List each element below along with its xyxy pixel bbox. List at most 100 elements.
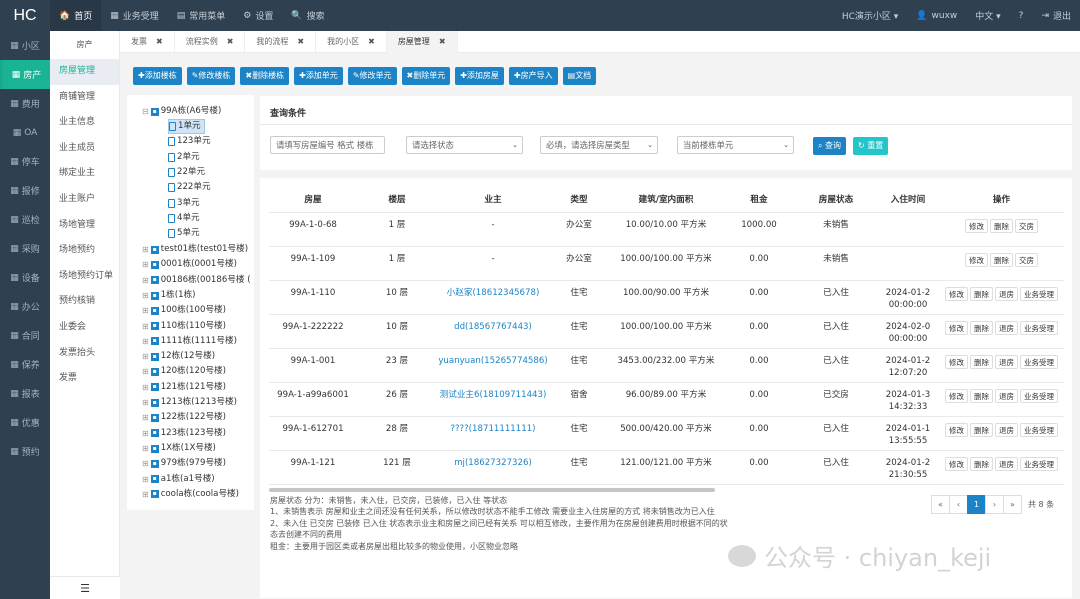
action-button[interactable]: 删除 [990,218,1013,233]
action-button[interactable]: 修改 [945,456,968,471]
tree-building[interactable]: ⊞ ▪ 100栋(100号楼) [142,303,226,318]
leftnav-item-3[interactable]: ▦ OA [0,118,50,147]
tree-unit[interactable]: 4单元 [168,211,200,226]
toolbar-button[interactable]: ✚添加楼栋 [133,67,182,85]
action-button[interactable]: 删除 [970,286,993,301]
tree-building[interactable]: ⊞ ▪ 0001栋(0001号楼) [142,257,237,272]
leftnav-item-12[interactable]: ▦ 报表 [0,379,50,408]
action-button[interactable]: 删除 [970,422,993,437]
action-button[interactable]: 退房 [995,456,1018,471]
subnav-item[interactable]: 绑定业主 [50,161,119,187]
subnav-item[interactable]: 发票抬头 [50,341,119,367]
room-type-select[interactable]: 必填，请选择房屋类型 ⌄ [540,136,658,154]
tree-building[interactable]: ⊟ ▪ 99A栋(A6号楼) [142,104,221,119]
leftnav-item-8[interactable]: ▦ 设备 [0,263,50,292]
action-button[interactable]: 删除 [970,354,993,369]
state-select[interactable]: 请选择状态 ⌄ [406,136,523,154]
leftnav-item-9[interactable]: ▦ 办公 [0,292,50,321]
subnav-item[interactable]: 业委会 [50,315,119,341]
action-button[interactable]: 退房 [995,320,1018,335]
leftnav-item-10[interactable]: ▦ 合同 [0,321,50,350]
subnav-item[interactable]: 商铺管理 [50,85,119,111]
close-icon[interactable]: ✖ [297,31,304,53]
tree-building[interactable]: ⊞ ▪ 1栋(1栋) [142,288,196,303]
leftnav-item-0[interactable]: ▦ 小区 [0,31,50,60]
action-button[interactable]: 删除 [970,456,993,471]
tab-item[interactable]: 我的流程 ✖ [245,31,317,53]
subnav-item[interactable]: 场地管理 [50,213,119,239]
action-button[interactable]: 业务受理 [1020,320,1058,335]
toolbar-button[interactable]: ✚添加房屋 [455,67,504,85]
action-button[interactable]: 业务受理 [1020,286,1058,301]
tree-building[interactable]: ⊞ ▪ 979栋(979号楼) [142,456,226,471]
leftnav-item-2[interactable]: ▦ 费用 [0,89,50,118]
subnav-item[interactable]: 发票 [50,366,119,392]
tree-building[interactable]: ⊞ ▪ 121栋(121号楼) [142,380,226,395]
action-button[interactable]: 修改 [945,354,968,369]
leftnav-item-7[interactable]: ▦ 采购 [0,234,50,263]
page-button[interactable]: › [985,495,1004,514]
subnav-item[interactable]: 预约核销 [50,289,119,315]
tree-unit[interactable]: 123单元 [168,134,211,149]
tree-building[interactable]: ⊞ ▪ 1X栋(1X号楼) [142,441,216,456]
leftnav-item-13[interactable]: ▦ 优惠 [0,408,50,437]
action-button[interactable]: 删除 [970,320,993,335]
close-icon[interactable]: ✖ [368,31,375,53]
cell-owner[interactable]: dd(18567767443) [437,314,549,349]
page-button[interactable]: « [931,495,950,514]
tree-building[interactable]: ⊞ ▪ test01栋(test01号楼) [142,242,248,257]
leftnav-item-1[interactable]: ▦ 房产 [0,60,50,89]
cell-owner[interactable]: mj(18627327326) [437,450,549,485]
page-button[interactable]: ‹ [949,495,968,514]
action-button[interactable]: 修改 [945,286,968,301]
user-menu[interactable]: 👤 wuxw [907,0,966,31]
toolbar-button[interactable]: ✚添加单元 [294,67,343,85]
subnav-item[interactable]: 场地预约 [50,238,119,264]
toolbar-button[interactable]: ✖删除楼栋 [240,67,290,85]
subnav-item[interactable]: 房屋管理 [50,59,119,85]
room-number-input[interactable]: 请填写房屋编号 格式 楼栋 [270,136,385,154]
topnav-item-4[interactable]: 🔍 搜索 [282,0,333,31]
tree-building[interactable]: ⊞ ▪ a1栋(a1号楼) [142,472,215,487]
action-button[interactable]: 退房 [995,286,1018,301]
action-button[interactable]: 业务受理 [1020,422,1058,437]
leftnav-item-11[interactable]: ▦ 保养 [0,350,50,379]
cell-owner[interactable]: ????(18711111111) [437,416,549,451]
action-button[interactable]: 修改 [965,252,988,267]
unit-select[interactable]: 当前楼栋单元 ⌄ [677,136,794,154]
toolbar-button[interactable]: ▤文档 [562,67,597,85]
tree-building[interactable]: ⊞ ▪ 00186栋(00186号楼 ( [142,273,251,288]
tree-building[interactable]: ⊞ ▪ 1111栋(1111号楼) [142,334,237,349]
tree-unit[interactable]: 22单元 [168,165,205,180]
tab-item[interactable]: 我的小区 ✖ [316,31,387,53]
action-button[interactable]: 修改 [945,422,968,437]
tab-item[interactable]: 房屋管理 ✖ [386,31,458,53]
leftnav-item-6[interactable]: ▦ 巡检 [0,205,50,234]
action-button[interactable]: 业务受理 [1020,388,1058,403]
tree-building[interactable]: ⊞ ▪ 123栋(123号楼) [142,426,226,441]
action-button[interactable]: 退房 [995,388,1018,403]
reset-button[interactable]: ↻ 重置 [853,137,889,155]
close-icon[interactable]: ✖ [227,31,234,53]
help-button[interactable]: ? [1010,0,1033,31]
tree-building[interactable]: ⊞ ▪ coola栋(coola号楼) [142,487,239,502]
action-button[interactable]: 删除 [970,388,993,403]
language-switch[interactable]: 中文 ▾ [966,0,1009,31]
toolbar-button[interactable]: ✚房产导入 [508,67,558,85]
topnav-item-3[interactable]: ⚙ 设置 [234,0,282,31]
leftnav-item-5[interactable]: ▦ 报修 [0,176,50,205]
page-button[interactable]: » [1003,495,1022,514]
cell-owner[interactable]: 测试业主6(18109711443) [437,382,549,417]
action-button[interactable]: 修改 [945,388,968,403]
close-icon[interactable]: ✖ [439,31,446,53]
cell-owner[interactable]: yuanyuan(15265774586) [437,348,549,383]
tree-unit[interactable]: 1单元 [168,119,205,135]
subnav-item[interactable]: 场地预约订单 [50,264,119,290]
close-icon[interactable]: ✖ [156,31,163,53]
search-button[interactable]: ⌕ 查询 [813,137,847,155]
tree-unit[interactable]: 2单元 [168,150,200,165]
subnav-item[interactable]: 业主成员 [50,136,119,162]
tree-unit[interactable]: 3单元 [168,196,200,211]
action-button[interactable]: 交房 [1015,218,1038,233]
logout-button[interactable]: ⇥ 退出 [1032,0,1080,31]
